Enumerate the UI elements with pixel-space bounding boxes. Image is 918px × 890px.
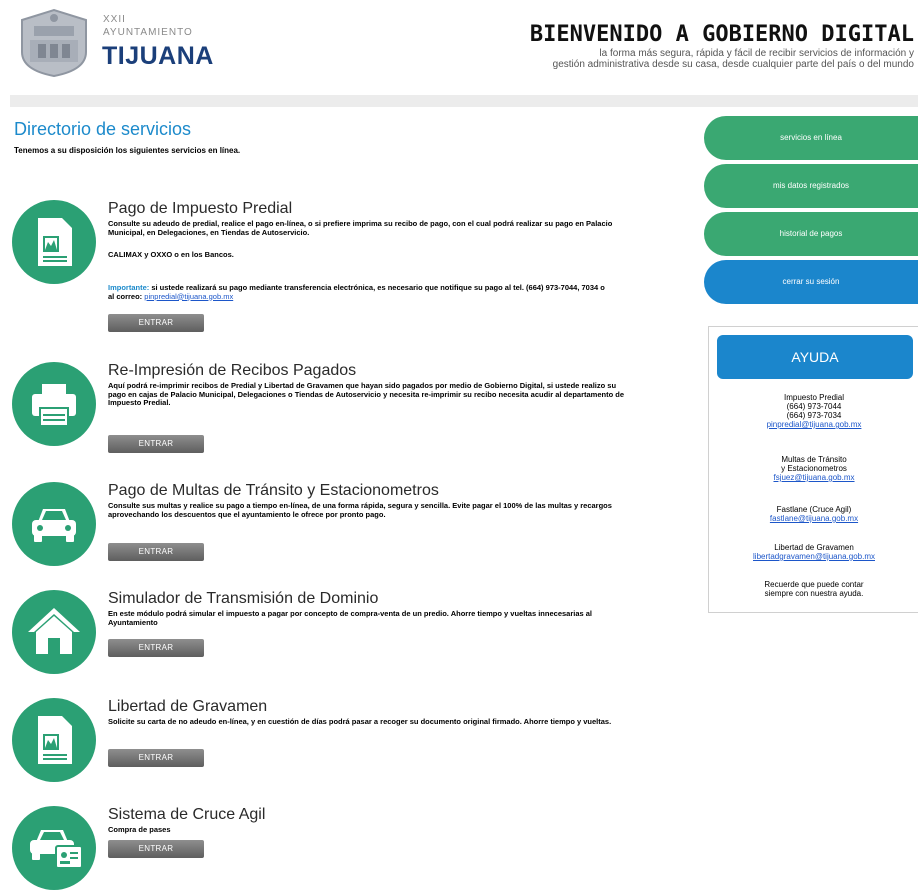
help-line: Recuerde que puede contar (764, 580, 864, 589)
logo-city-name: TIJUANA (102, 42, 214, 70)
directory-intro: Tenemos a su disposición los siguientes … (14, 146, 241, 155)
help-predial: Impuesto Predial (664) 973-7044 (664) 97… (709, 393, 918, 429)
car-icon[interactable] (12, 482, 96, 566)
servicios-en-linea-button[interactable]: servicios en línea (704, 116, 918, 160)
service-reimpresion: Re-Impresión de Recibos Pagados Aquí pod… (12, 362, 632, 458)
mis-datos-button[interactable]: mis datos registrados (704, 164, 918, 208)
welcome-subtitle: la forma más segura, rápida y fácil de r… (394, 48, 914, 70)
help-line: siempre con nuestra ayuda. (764, 589, 864, 598)
service-title: Pago de Impuesto Predial (108, 200, 293, 217)
help-panel: AYUDA Impuesto Predial (664) 973-7044 (6… (708, 326, 918, 613)
service-title: Simulador de Transmisión de Dominio (108, 590, 379, 607)
service-title: Libertad de Gravamen (108, 698, 268, 715)
subtitle-line-1: la forma más segura, rápida y fácil de r… (599, 48, 914, 59)
service-libertad-gravamen: Libertad de Gravamen Solicite su carta d… (12, 698, 632, 782)
document-icon[interactable] (12, 200, 96, 284)
site-header: XXII AYUNTAMIENTO TIJUANA BIENVENIDO A G… (0, 0, 918, 92)
logo-ayuntamiento-text: AYUNTAMIENTO (103, 27, 193, 38)
help-line: Libertad de Gravamen (774, 543, 854, 552)
header-divider-bar (10, 95, 918, 107)
help-line: (664) 973-7044 (786, 402, 842, 411)
logo-xxii-text: XXII (103, 14, 126, 25)
subtitle-line-2: gestión administrativa desde su casa, de… (552, 59, 914, 70)
service-predial: Pago de Impuesto Predial Consulte su ade… (12, 200, 632, 332)
service-description: Consulte su adeudo de predial, realice e… (108, 219, 613, 237)
predial-email-link[interactable]: pinpredial@tijuana.gob.mx (144, 292, 233, 301)
important-note: Importante: si ustede realizará su pago … (108, 283, 608, 301)
service-title: Re-Impresión de Recibos Pagados (108, 362, 357, 379)
service-description: Compra de pases (108, 825, 171, 834)
help-libertad: Libertad de Gravamen libertadgravamen@ti… (709, 543, 918, 561)
entrar-button[interactable]: ENTRAR (108, 435, 204, 453)
help-line: Fastlane (Cruce Agil) (776, 505, 852, 514)
help-multas: Multas de Tránsito y Estacionometros fsj… (709, 455, 918, 482)
entrar-button[interactable]: ENTRAR (108, 639, 204, 657)
service-simulador: Simulador de Transmisión de Dominio En e… (12, 590, 632, 674)
printer-icon[interactable] (12, 362, 96, 446)
help-email-link[interactable]: pinpredial@tijuana.gob.mx (709, 420, 918, 429)
entrar-button[interactable]: ENTRAR (108, 314, 204, 332)
service-multas: Pago de Multas de Tránsito y Estacionome… (12, 482, 632, 572)
service-description: Aquí podrá re-imprimir recibos de Predia… (108, 381, 625, 407)
help-line: y Estacionometros (781, 464, 847, 473)
service-title: Sistema de Cruce Agil (108, 806, 266, 823)
directory-title: Directorio de servicios (14, 119, 192, 139)
help-email-link[interactable]: fastlane@tijuana.gob.mx (709, 514, 918, 523)
document-icon[interactable] (12, 698, 96, 782)
entrar-button[interactable]: ENTRAR (108, 840, 204, 858)
entrar-button[interactable]: ENTRAR (108, 543, 204, 561)
city-seal-logo[interactable] (14, 8, 94, 78)
service-description: En este módulo podrá simular el impuesto… (108, 609, 593, 627)
service-title: Pago de Multas de Tránsito y Estacionome… (108, 482, 439, 499)
service-description-extra: CALIMAX y OXXO o en los Bancos. (108, 250, 234, 259)
help-closing-note: Recuerde que puede contar siempre con nu… (709, 580, 918, 598)
help-fastlane: Fastlane (Cruce Agil) fastlane@tijuana.g… (709, 505, 918, 523)
help-line: Impuesto Predial (783, 393, 845, 402)
service-description: Consulte sus multas y realice su pago a … (108, 501, 612, 519)
help-title: AYUDA (717, 335, 913, 379)
help-email-link[interactable]: libertadgravamen@tijuana.gob.mx (709, 552, 918, 561)
help-email-link[interactable]: fsjuez@tijuana.gob.mx (709, 473, 918, 482)
house-icon[interactable] (12, 590, 96, 674)
entrar-button[interactable]: ENTRAR (108, 749, 204, 767)
car-id-icon[interactable] (12, 806, 96, 890)
service-cruce-agil: Sistema de Cruce Agil Compra de pases EN… (12, 806, 632, 890)
help-line: (664) 973-7034 (786, 411, 842, 420)
cerrar-sesion-button[interactable]: cerrar su sesión (704, 260, 918, 304)
help-line: Multas de Tránsito (781, 455, 847, 464)
service-description: Solicite su carta de no adeudo en-línea,… (108, 717, 612, 726)
welcome-title: BIENVENIDO A GOBIERNO DIGITAL (529, 22, 914, 47)
historial-pagos-button[interactable]: historial de pagos (704, 212, 918, 256)
